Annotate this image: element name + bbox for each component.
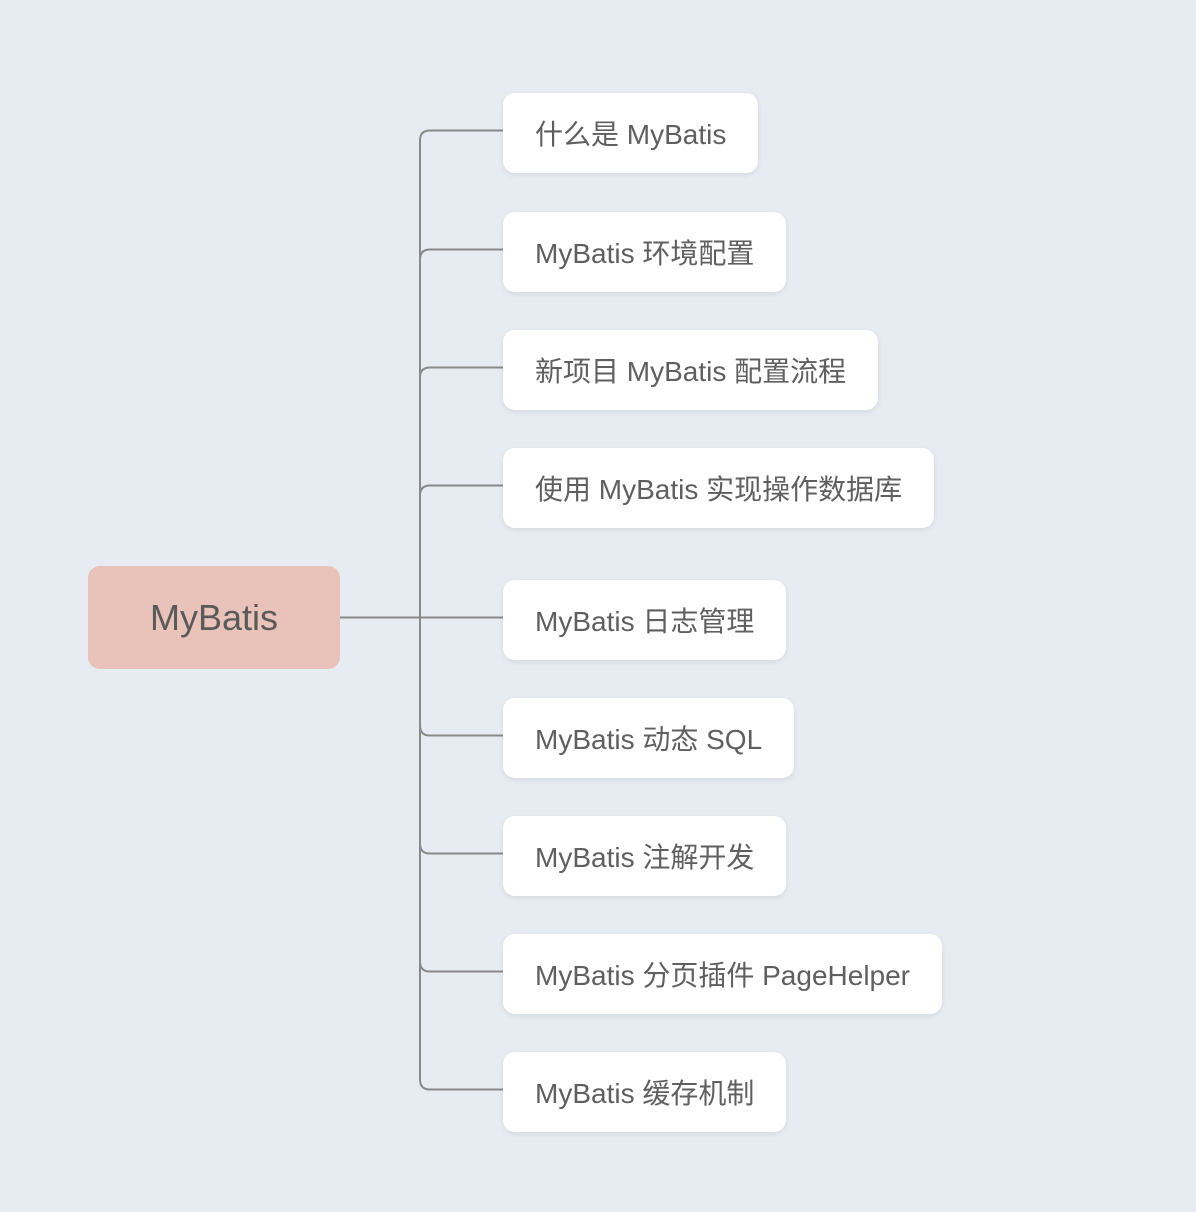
child-node-1[interactable]: MyBatis 环境配置: [503, 212, 786, 292]
child-node-3[interactable]: 使用 MyBatis 实现操作数据库: [503, 448, 934, 528]
child-node-5[interactable]: MyBatis 动态 SQL: [503, 698, 794, 778]
child-label: 使用 MyBatis 实现操作数据库: [535, 474, 902, 505]
child-label: 新项目 MyBatis 配置流程: [535, 356, 846, 387]
child-label: MyBatis 缓存机制: [535, 1078, 754, 1109]
child-label: MyBatis 环境配置: [535, 238, 754, 269]
child-node-7[interactable]: MyBatis 分页插件 PageHelper: [503, 934, 942, 1014]
root-label: MyBatis: [150, 597, 278, 639]
child-label: MyBatis 动态 SQL: [535, 724, 762, 755]
child-label: 什么是 MyBatis: [535, 119, 726, 150]
child-node-2[interactable]: 新项目 MyBatis 配置流程: [503, 330, 878, 410]
child-label: MyBatis 分页插件 PageHelper: [535, 960, 910, 991]
child-node-6[interactable]: MyBatis 注解开发: [503, 816, 786, 896]
child-node-0[interactable]: 什么是 MyBatis: [503, 93, 758, 173]
child-node-8[interactable]: MyBatis 缓存机制: [503, 1052, 786, 1132]
child-label: MyBatis 注解开发: [535, 842, 754, 873]
child-node-4[interactable]: MyBatis 日志管理: [503, 580, 786, 660]
child-label: MyBatis 日志管理: [535, 606, 754, 637]
mindmap-canvas: MyBatis 什么是 MyBatis MyBatis 环境配置 新项目 MyB…: [0, 0, 1196, 1212]
root-node[interactable]: MyBatis: [88, 566, 340, 669]
